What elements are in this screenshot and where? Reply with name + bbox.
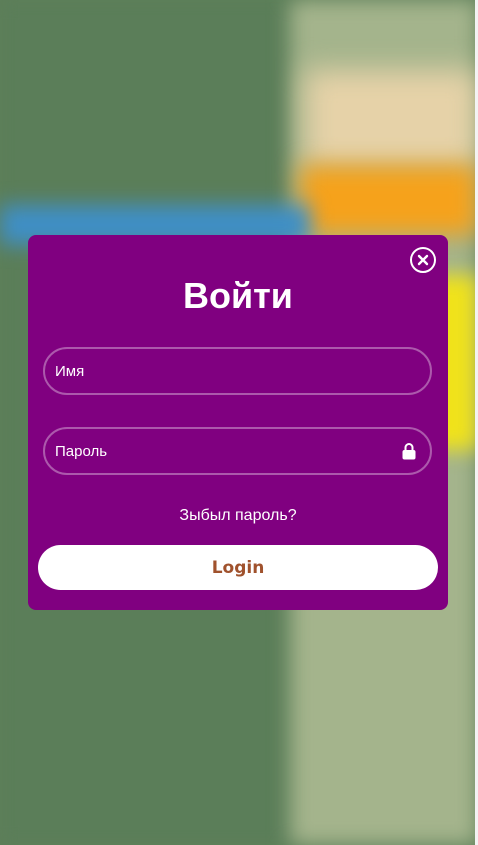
background-region-beige (305, 70, 478, 170)
password-field[interactable] (43, 427, 432, 475)
background-region-orange (300, 165, 478, 235)
close-button[interactable] (410, 247, 436, 273)
close-circle-icon (417, 254, 429, 266)
modal-title: Войти (183, 275, 293, 316)
name-field[interactable] (43, 347, 432, 395)
name-input[interactable] (45, 349, 430, 393)
login-button[interactable]: Login (38, 545, 438, 590)
lock-icon (400, 441, 418, 461)
password-input[interactable] (45, 429, 400, 473)
login-modal: Войти Зыбыл пароль? Login (28, 235, 448, 610)
forgot-password-link[interactable]: Зыбыл пароль? (28, 507, 448, 525)
